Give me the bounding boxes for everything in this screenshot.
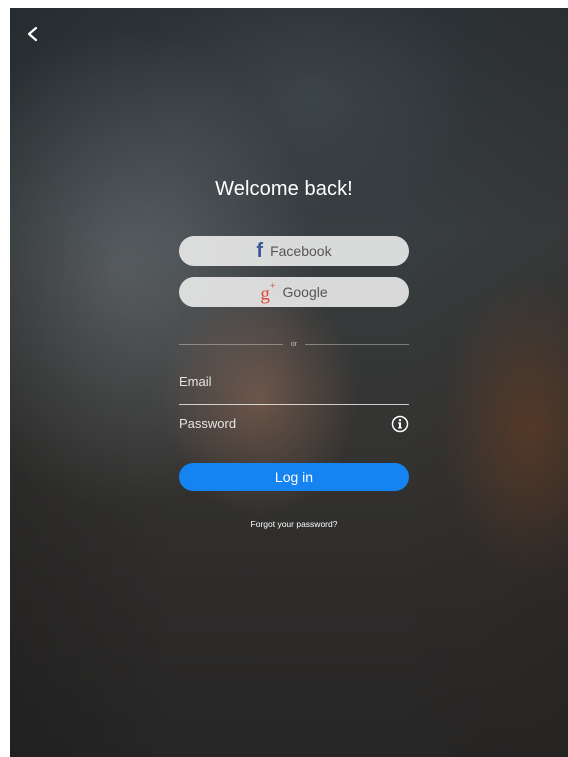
facebook-label: Facebook: [270, 243, 332, 259]
email-field-row: [179, 368, 409, 398]
chevron-left-icon: [27, 26, 38, 42]
google-plus-icon-plus: +: [269, 280, 276, 292]
email-field[interactable]: [179, 374, 379, 389]
password-field[interactable]: [179, 416, 379, 431]
google-plus-icon-letter: g: [260, 283, 270, 305]
divider-line-left: [179, 343, 283, 345]
google-login-button[interactable]: g+ Google: [179, 277, 409, 307]
or-divider: or: [179, 337, 410, 351]
info-icon[interactable]: [391, 415, 409, 433]
password-field-row: [179, 410, 409, 440]
or-label: or: [290, 340, 298, 348]
facebook-login-button[interactable]: f Facebook: [179, 236, 409, 266]
back-button[interactable]: [20, 20, 48, 48]
page-title: Welcome back!: [215, 178, 353, 200]
google-label: Google: [282, 284, 328, 300]
forgot-password-link[interactable]: Forgot your password?: [0, 519, 568, 529]
email-underline: [179, 404, 409, 405]
divider-line-right: [305, 343, 410, 345]
facebook-icon: f: [256, 240, 264, 262]
login-button[interactable]: Log in: [179, 463, 409, 491]
google-plus-icon: g+: [260, 280, 275, 304]
